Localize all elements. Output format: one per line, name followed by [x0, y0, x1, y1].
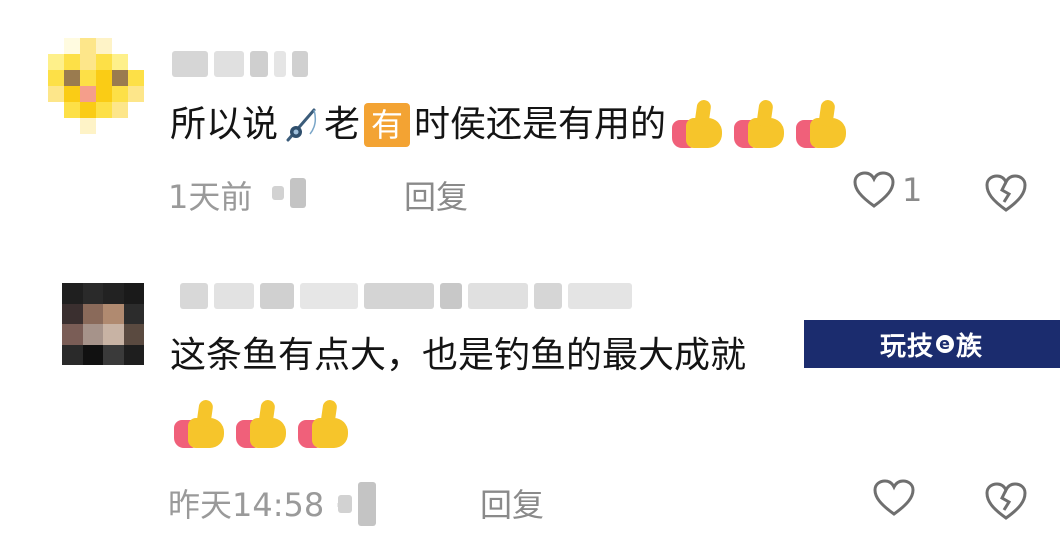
comment-item: 所以说 老 有 时侯还是有用的 1天前 回复 1 — [0, 0, 1060, 260]
broken-heart-icon[interactable] — [984, 172, 1028, 214]
comment-text-segment: 所以说 — [170, 104, 279, 145]
watermark-text: 族 — [956, 331, 984, 362]
avatar[interactable] — [62, 283, 144, 365]
username-redacted[interactable] — [180, 278, 632, 314]
like-button[interactable]: 1 — [852, 170, 922, 210]
heart-icon — [853, 171, 895, 208]
location-redacted — [272, 178, 306, 208]
reply-button[interactable]: 回复 — [480, 480, 544, 526]
like-count: 1 — [902, 171, 923, 209]
thumbs-up-icon — [232, 399, 292, 450]
you-badge: 有 — [364, 103, 411, 147]
location-redacted — [338, 482, 376, 526]
avatar[interactable] — [48, 38, 144, 134]
heart-icon — [873, 479, 915, 516]
watermark-logo: e — [936, 335, 955, 353]
thumbs-up-icon — [294, 399, 354, 450]
comment-list: 所以说 老 有 时侯还是有用的 1天前 回复 1 这条鱼有点大，也是钓鱼的最大成… — [0, 0, 1060, 539]
username-redacted[interactable] — [172, 46, 308, 82]
broken-heart-icon[interactable] — [984, 480, 1028, 522]
comment-time: 1天前 — [168, 178, 253, 216]
comment-text-segment: 时侯还是有用的 — [414, 104, 667, 145]
comment-text-line: 这条鱼有点大，也是钓鱼的最大成就 — [170, 335, 747, 376]
thumbs-up-icon — [668, 99, 728, 150]
watermark-banner: 玩技 e 族 — [804, 320, 1060, 368]
fishing-rod-icon — [286, 108, 317, 142]
comment-text: 这条鱼有点大，也是钓鱼的最大成就 — [170, 332, 746, 380]
reply-button[interactable]: 回复 — [404, 172, 468, 218]
thumbs-up-icon — [792, 99, 852, 150]
emoji-row — [168, 399, 354, 450]
watermark-text: 玩技 — [880, 331, 935, 362]
thumbs-up-icon — [170, 399, 230, 450]
like-button[interactable] — [872, 478, 916, 518]
comment-time: 昨天14:58 · — [168, 486, 345, 524]
comment-item: 这条鱼有点大，也是钓鱼的最大成就 昨天14:58 · 回复 — [0, 260, 1060, 539]
thumbs-up-icon — [730, 99, 790, 150]
comment-text-segment: 老 — [324, 104, 361, 145]
comment-text: 所以说 老 有 时侯还是有用的 — [170, 99, 852, 150]
